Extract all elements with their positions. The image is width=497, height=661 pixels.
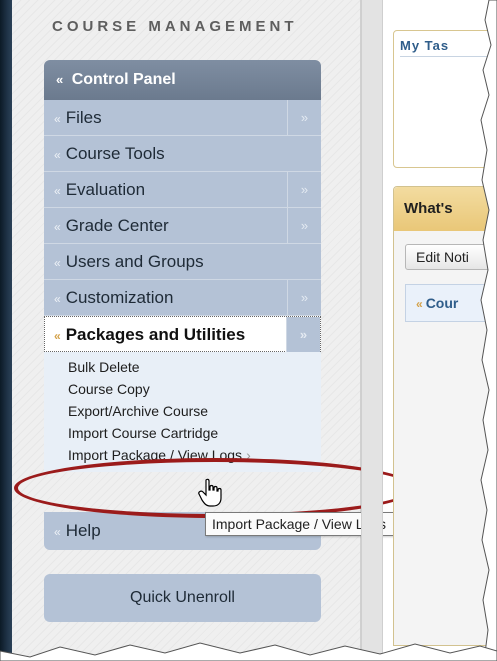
menu-item-evaluation[interactable]: « Evaluation » <box>44 172 321 208</box>
packages-submenu: Bulk Delete Course Copy Export/Archive C… <box>44 352 321 472</box>
course-management-title: COURSE MANAGEMENT <box>52 18 298 35</box>
whats-new-title: What's <box>404 200 453 217</box>
control-panel-label: Control Panel <box>71 71 176 88</box>
control-panel-header[interactable]: « Control Panel <box>44 60 321 100</box>
menu-item-grade-center[interactable]: « Grade Center » <box>44 208 321 244</box>
menu-item-label: Grade Center <box>65 216 169 235</box>
hand-cursor-icon <box>198 478 222 507</box>
chevron-down-icon: « <box>54 256 61 270</box>
torn-paper-edge <box>480 0 497 661</box>
chevron-down-icon: « <box>54 525 61 539</box>
menu-item-label: Course Tools <box>65 144 165 163</box>
menu-item-packages-and-utilities[interactable]: « Packages and Utilities » <box>44 316 321 352</box>
chevron-down-icon: « <box>54 148 61 162</box>
left-dark-strip <box>0 0 12 661</box>
menu-item-files[interactable]: « Files » <box>44 100 321 136</box>
submenu-item-export-archive[interactable]: Export/Archive Course <box>44 400 321 422</box>
menu-item-customization[interactable]: « Customization » <box>44 280 321 316</box>
my-tasks-title[interactable]: My Tas <box>400 38 449 53</box>
expand-arrow-icon[interactable]: » <box>287 100 321 135</box>
menu-item-label: Customization <box>65 288 174 307</box>
chevron-up-icon: « <box>56 72 64 87</box>
quick-unenroll-button[interactable]: Quick Unenroll <box>44 574 321 622</box>
menu-item-label: Files <box>65 108 102 127</box>
menu-item-label: Help <box>65 521 101 540</box>
expand-arrow-icon[interactable]: » <box>287 208 321 243</box>
chevron-down-icon: « <box>54 220 61 234</box>
expand-arrow-icon[interactable]: » <box>287 172 321 207</box>
chevron-down-icon: « <box>54 292 61 306</box>
expand-arrow-icon[interactable]: » <box>287 280 321 315</box>
menu-item-label: Users and Groups <box>65 252 204 271</box>
menu-item-course-tools[interactable]: « Course Tools <box>44 136 321 172</box>
menu-item-users-and-groups[interactable]: « Users and Groups <box>44 244 321 280</box>
submenu-item-course-copy[interactable]: Course Copy <box>44 378 321 400</box>
torn-paper-bottom-edge <box>0 642 497 661</box>
submenu-item-bulk-delete[interactable]: Bulk Delete <box>44 356 321 378</box>
chevron-down-icon: « <box>54 112 61 126</box>
course-item-label: Cour <box>425 295 459 311</box>
menu-item-label: Evaluation <box>65 180 146 199</box>
chevron-down-icon: « <box>416 297 423 311</box>
expand-arrow-icon[interactable]: » <box>286 317 320 352</box>
menu-item-label: Packages and Utilities <box>65 325 246 344</box>
chevron-up-icon: « <box>54 329 61 343</box>
submenu-item-import-cartridge[interactable]: Import Course Cartridge <box>44 422 321 444</box>
panel-divider[interactable] <box>361 0 383 661</box>
chevron-down-icon: « <box>54 184 61 198</box>
control-panel-menu: « Files » « Course Tools « Evaluation » « Gr… <box>44 100 321 472</box>
